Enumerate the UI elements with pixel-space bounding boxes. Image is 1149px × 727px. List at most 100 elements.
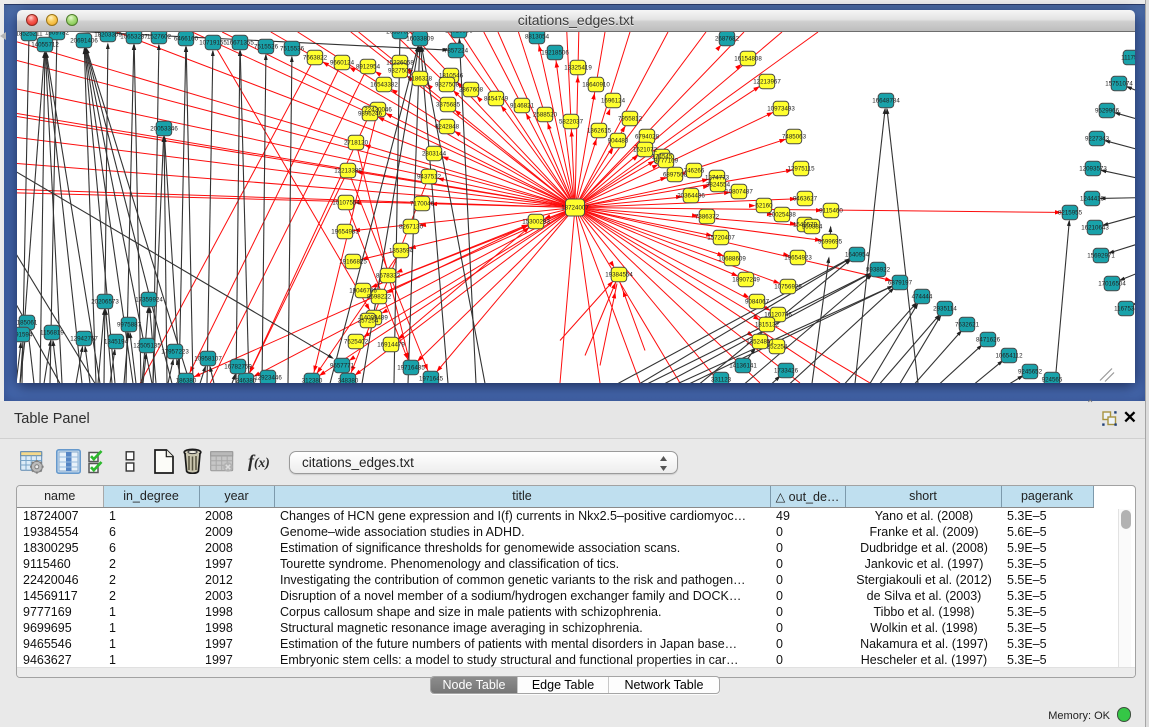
svg-text:20206573: 20206573	[91, 298, 119, 305]
svg-text:9657771: 9657771	[330, 362, 355, 369]
svg-text:7515526: 7515526	[254, 43, 279, 50]
svg-text:8678332: 8678332	[376, 272, 401, 279]
svg-text:8454749: 8454749	[484, 95, 509, 102]
svg-text:257254: 257254	[358, 317, 379, 324]
svg-text:12505135: 12505135	[133, 342, 161, 349]
svg-text:9227343: 9227343	[1085, 135, 1110, 142]
svg-text:19716485: 19716485	[397, 364, 425, 371]
svg-text:16120746: 16120746	[764, 311, 792, 318]
svg-text:16033809: 16033809	[406, 35, 434, 42]
svg-text:12213389: 12213389	[334, 167, 362, 174]
svg-text:1815132: 1815132	[755, 321, 780, 328]
svg-text:9115460: 9115460	[819, 207, 843, 214]
svg-text:19654983: 19654983	[331, 228, 359, 235]
svg-text:12923446: 12923446	[254, 374, 282, 381]
svg-text:6466160: 6466160	[174, 35, 199, 42]
svg-text:7386372: 7386372	[695, 213, 720, 220]
svg-text:2718120: 2718120	[344, 139, 369, 146]
svg-text:1527602: 1527602	[147, 33, 172, 40]
svg-text:8186328: 8186328	[408, 75, 433, 82]
svg-text:17957223: 17957223	[161, 348, 189, 355]
svg-text:18640910: 18640910	[582, 81, 610, 88]
svg-text:6879197: 6879197	[888, 279, 913, 286]
svg-text:1167534: 1167534	[1114, 305, 1134, 312]
svg-text:10958107: 10958107	[194, 355, 222, 362]
svg-text:7632621: 7632621	[955, 321, 980, 328]
svg-text:8813054: 8813054	[525, 33, 550, 40]
svg-text:17359924: 17359924	[135, 296, 163, 303]
svg-text:14055712: 14055712	[31, 41, 59, 48]
svg-text:20053346: 20053346	[150, 125, 178, 132]
svg-text:9146821: 9146821	[510, 102, 535, 109]
svg-text:16648784: 16648784	[872, 97, 900, 104]
svg-text:185061: 185061	[17, 319, 38, 326]
svg-text:1621072: 1621072	[633, 146, 658, 153]
svg-text:14136141: 14136141	[729, 362, 757, 369]
svg-text:2803144: 2803144	[422, 150, 447, 157]
svg-text:10654112: 10654112	[995, 352, 1023, 359]
svg-text:19654923: 19654923	[784, 254, 812, 261]
svg-text:7955812: 7955812	[618, 115, 643, 122]
svg-text:8698222: 8698222	[367, 293, 392, 300]
svg-text:924565: 924565	[1042, 376, 1063, 382]
svg-text:1971645: 1971645	[419, 375, 444, 382]
svg-text:111753: 111753	[1121, 54, 1134, 61]
svg-text:18724007: 18724007	[561, 204, 589, 211]
svg-text:391594: 391594	[17, 331, 33, 338]
svg-text:21026853: 21026853	[445, 32, 473, 35]
svg-text:15751074: 15751074	[1105, 80, 1133, 87]
svg-text:20364436: 20364436	[677, 192, 705, 199]
svg-text:10653287: 10653287	[120, 33, 148, 40]
svg-text:13325419: 13325419	[564, 64, 592, 71]
svg-text:16210643: 16210643	[1081, 224, 1109, 231]
svg-text:3375685: 3375685	[436, 101, 461, 108]
svg-text:7485063: 7485063	[782, 133, 807, 140]
svg-text:904483: 904483	[608, 137, 629, 144]
svg-text:9327508: 9327508	[435, 81, 460, 88]
svg-text:1156819: 1156819	[40, 329, 64, 336]
svg-text:12975115: 12975115	[787, 165, 815, 172]
svg-text:15300293: 15300293	[522, 218, 550, 225]
svg-text:9660124: 9660124	[330, 59, 355, 66]
svg-text:9084067: 9084067	[745, 298, 770, 305]
svg-text:1353594: 1353594	[389, 247, 414, 254]
svg-text:10025438: 10025438	[768, 211, 796, 218]
svg-text:15692971: 15692971	[1087, 252, 1115, 259]
svg-text:18525211: 18525211	[17, 32, 43, 38]
svg-text:16154808: 16154808	[734, 55, 762, 62]
svg-text:18907249: 18907249	[732, 276, 760, 283]
svg-text:9975887: 9975887	[117, 321, 142, 328]
svg-text:1345194: 1345194	[104, 338, 129, 345]
svg-text:15226058: 15226058	[386, 59, 414, 66]
svg-text:1362615: 1362615	[587, 127, 612, 134]
svg-text:8267130: 8267130	[399, 223, 424, 230]
svg-text:10719155: 10719155	[199, 39, 227, 46]
svg-text:331123: 331123	[711, 376, 732, 382]
svg-text:5822037: 5822037	[559, 118, 584, 125]
svg-text:1909782: 1909782	[45, 32, 70, 37]
svg-text:10756928: 10756928	[774, 283, 802, 290]
svg-text:19166825: 19166825	[339, 258, 367, 265]
svg-text:9699695: 9699695	[818, 238, 843, 245]
svg-text:969884: 969884	[802, 223, 823, 230]
svg-text:10107554: 10107554	[332, 199, 360, 206]
svg-text:19384554: 19384554	[605, 271, 633, 278]
svg-text:7857224: 7857224	[444, 47, 469, 54]
svg-text:9777169: 9777169	[654, 157, 679, 164]
svg-text:312380: 312380	[302, 377, 323, 382]
svg-text:186380: 186380	[176, 377, 197, 382]
svg-text:7663822: 7663822	[303, 54, 328, 61]
svg-text:18203309: 18203309	[94, 32, 122, 39]
svg-text:12093573: 12093573	[1079, 165, 1107, 172]
svg-text:9242848: 9242848	[435, 123, 460, 130]
svg-text:16914479: 16914479	[377, 341, 405, 348]
svg-text:7625402: 7625402	[344, 338, 369, 345]
svg-text:15720407: 15720407	[707, 234, 735, 241]
svg-text:8912954: 8912954	[356, 63, 381, 70]
svg-text:9437512: 9437512	[417, 173, 442, 180]
svg-text:7170046: 7170046	[410, 200, 435, 207]
svg-text:6897568: 6897568	[663, 171, 688, 178]
svg-text:9327505: 9327505	[388, 67, 413, 74]
svg-text:3824554: 3824554	[706, 181, 731, 188]
svg-text:8938922: 8938922	[866, 266, 891, 273]
